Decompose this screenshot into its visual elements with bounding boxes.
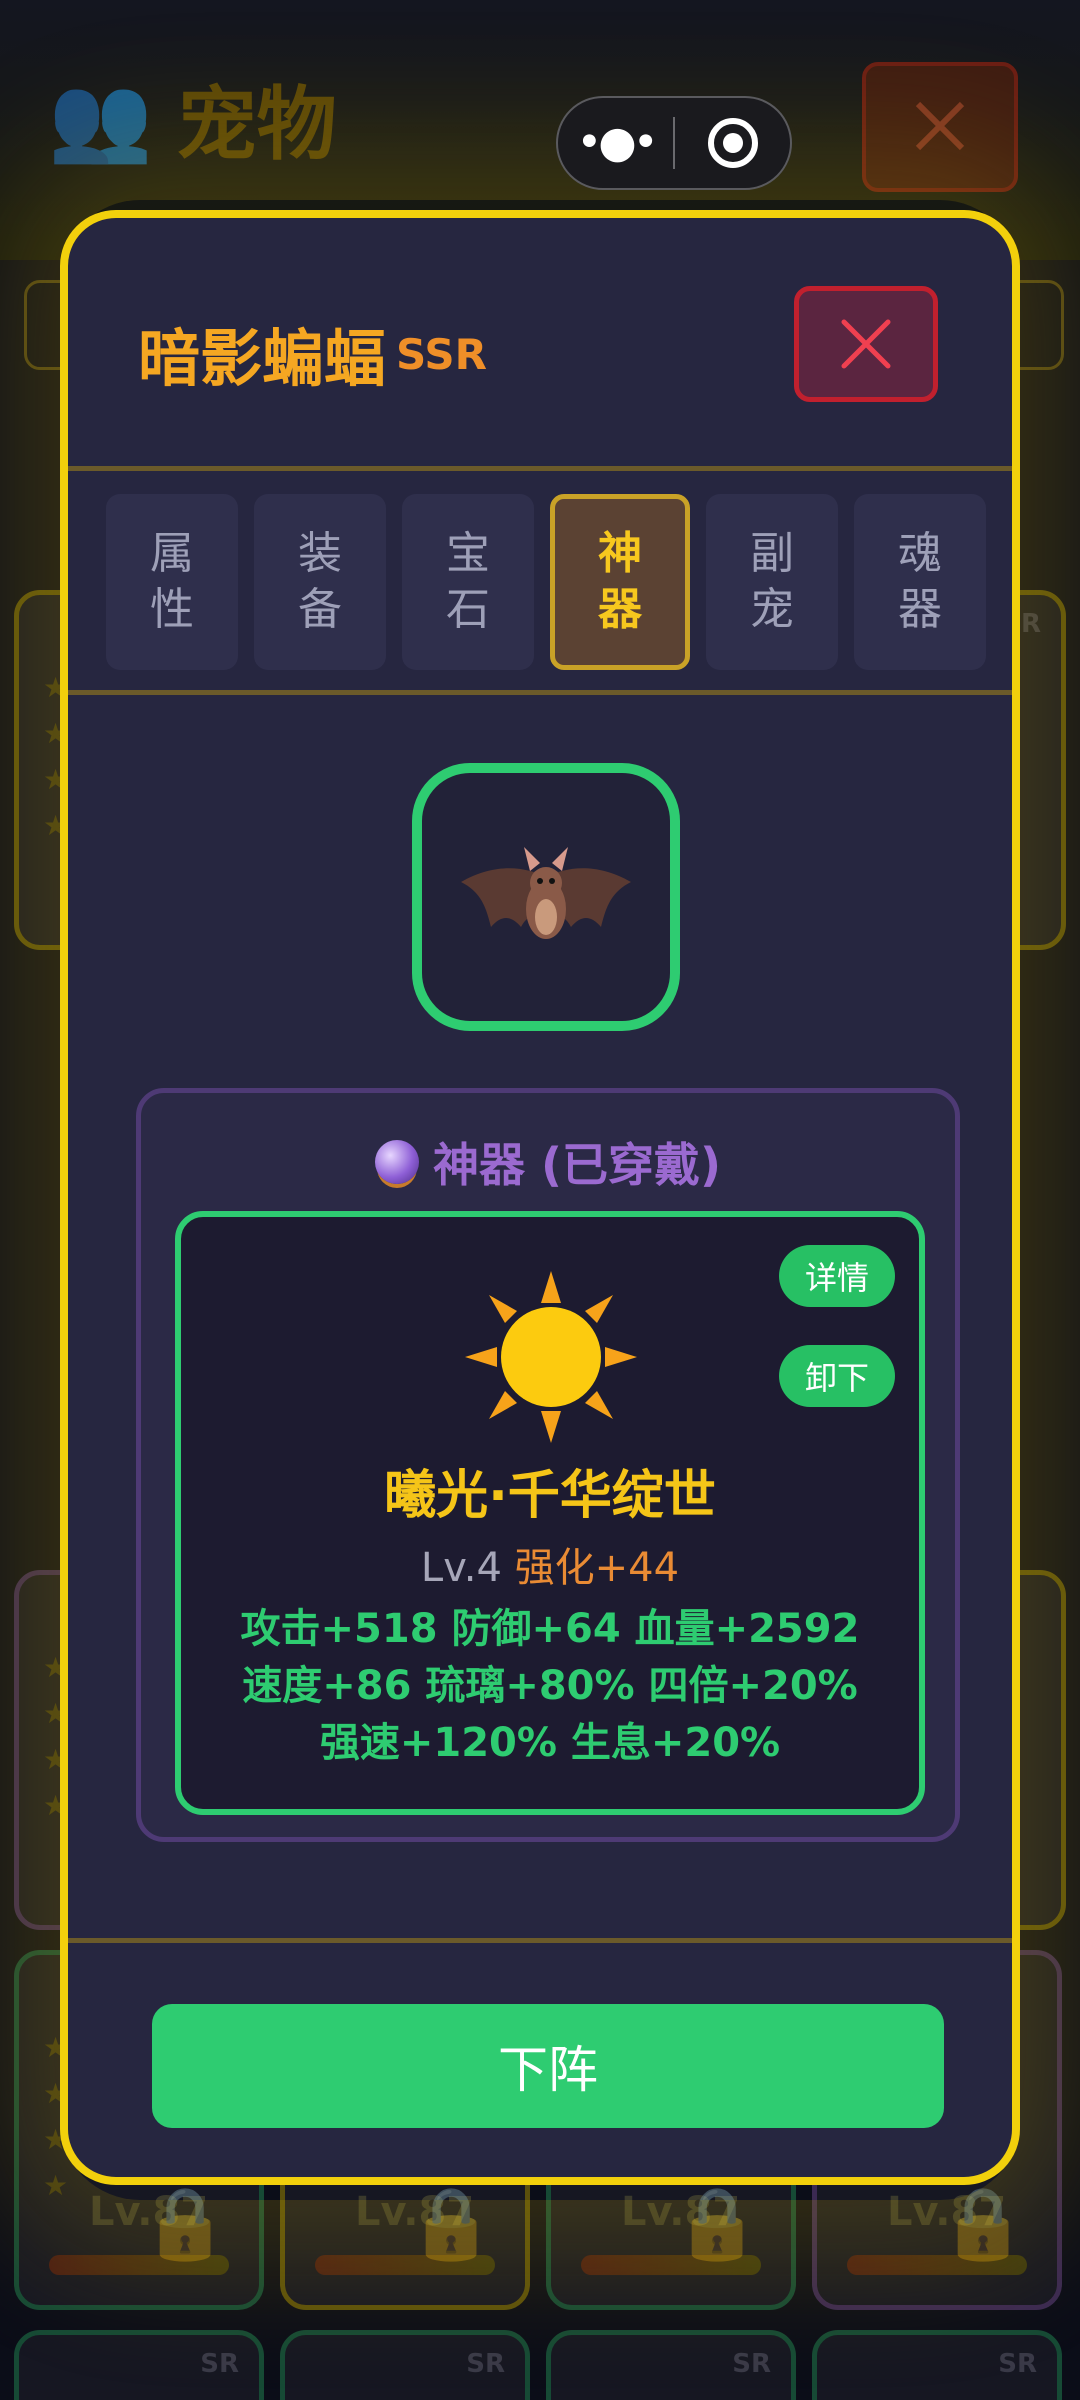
more-dots-icon[interactable]: •●• — [558, 113, 673, 173]
crystal-ball-icon — [374, 1140, 419, 1184]
artifact-level-line: Lv.4 强化+44 — [181, 1535, 919, 1593]
background-pet-card: SR — [546, 2330, 796, 2400]
artifact-stats: 攻击+518 防御+64 血量+2592 速度+86 琉璃+80% 四倍+20%… — [240, 1606, 860, 1766]
background-title-text: 宠物 — [176, 78, 337, 171]
pet-rarity-badge: SSR — [396, 330, 487, 379]
tabs-divider — [68, 690, 1012, 695]
card-rarity: SR — [732, 2349, 771, 2379]
deploy-button[interactable]: 下阵 — [152, 2004, 944, 2128]
close-icon — [841, 319, 891, 369]
tab-label: 装备 — [298, 528, 342, 635]
bat-icon — [461, 847, 631, 939]
pet-detail-modal: 暗影蝙蝠 SSR 属性 装备 宝石 神器 副宠 魂器 神器 (已穿戴) 详情 卸… — [60, 210, 1020, 2185]
background-pet-card: SR — [14, 2330, 264, 2400]
tab-label: 魂器 — [898, 528, 942, 635]
header-divider — [68, 466, 1012, 471]
target-circle-icon — [707, 118, 758, 168]
tab-label: 副宠 — [750, 528, 794, 635]
footer-divider — [68, 1938, 1012, 1943]
pet-avatar — [412, 763, 680, 1031]
artifact-panel-title: 神器 (已穿戴) — [141, 1129, 955, 1195]
miniprogram-capsule: •●• — [556, 96, 792, 190]
background-pet-card: SR — [812, 2330, 1062, 2400]
equipped-artifact-card: 详情 卸下 曦光·千华绽世 Lv.4 强化+44 攻击+518 防御+64 血量… — [175, 1211, 925, 1815]
card-rarity: SR — [998, 2349, 1037, 2379]
tab-gems[interactable]: 宝石 — [402, 494, 534, 670]
tab-bar: 属性 装备 宝石 神器 副宠 魂器 — [106, 494, 986, 670]
tab-label: 神器 — [598, 528, 642, 635]
unequip-button[interactable]: 卸下 — [779, 1345, 895, 1407]
tab-label: 属性 — [150, 528, 194, 635]
background-pet-card: SR — [280, 2330, 530, 2400]
artifact-level: Lv.4 — [420, 1545, 502, 1591]
detail-button[interactable]: 详情 — [779, 1245, 895, 1307]
tab-soul-item[interactable]: 魂器 — [854, 494, 986, 670]
artifact-panel-title-text: 神器 (已穿戴) — [432, 1138, 722, 1192]
close-icon — [915, 101, 965, 151]
tab-label: 宝石 — [446, 528, 490, 635]
pet-name: 暗影蝙蝠 — [138, 322, 387, 395]
close-button[interactable] — [794, 286, 938, 402]
tab-sub-pet[interactable]: 副宠 — [706, 494, 838, 670]
card-rarity: SR — [466, 2349, 505, 2379]
background-title: 👥 宠物 — [48, 60, 337, 176]
artifact-name: 曦光·千华绽世 — [384, 1466, 716, 1526]
tab-artifact[interactable]: 神器 — [550, 494, 690, 670]
modal-header: 暗影蝙蝠 SSR — [68, 218, 1012, 466]
card-rarity: SR — [200, 2349, 239, 2379]
artifact-panel: 神器 (已穿戴) 详情 卸下 曦光·千华绽世 Lv.4 强化+44 攻击+518… — [136, 1088, 960, 1842]
artifact-enhance: 强化+44 — [514, 1545, 680, 1591]
tab-attributes[interactable]: 属性 — [106, 494, 238, 670]
tab-equipment[interactable]: 装备 — [254, 494, 386, 670]
sun-icon — [465, 1271, 637, 1443]
background-close-button — [862, 62, 1018, 192]
exit-button[interactable] — [675, 118, 790, 168]
people-icon: 👥 — [48, 68, 153, 167]
